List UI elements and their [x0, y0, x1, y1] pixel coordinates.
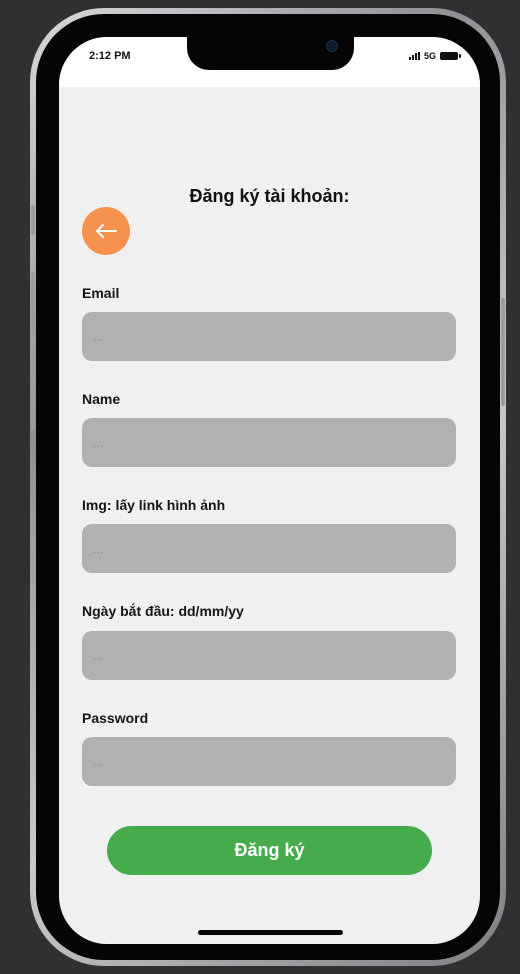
start-date-input[interactable] [82, 631, 456, 680]
phone-mockup: 2:12 PM 5G Đăng ký tài khoản: Email Name… [0, 0, 520, 974]
home-indicator[interactable] [198, 930, 343, 935]
email-input[interactable] [82, 312, 456, 361]
status-indicators: 5G [408, 51, 461, 61]
page-title: Đăng ký tài khoản: [189, 186, 350, 206]
status-time: 2:12 PM [89, 50, 131, 62]
img-link-input[interactable] [82, 524, 456, 573]
camera-icon [326, 40, 338, 52]
password-label: Password [82, 710, 149, 726]
battery-icon [440, 52, 461, 60]
back-button[interactable] [82, 207, 130, 255]
arrow-left-icon [96, 224, 117, 238]
email-label: Email [82, 285, 120, 301]
register-button[interactable]: Đăng ký [107, 826, 432, 875]
signal-icon [408, 52, 420, 60]
start-date-label: Ngày bắt đầu: dd/mm/yy [82, 603, 244, 619]
password-input[interactable] [82, 737, 456, 786]
volume-down-button [31, 365, 35, 431]
silent-switch [31, 205, 35, 235]
notch [187, 37, 354, 70]
name-input[interactable] [82, 418, 456, 467]
network-label: 5G [423, 51, 436, 61]
app-screen: 2:12 PM 5G Đăng ký tài khoản: Email Name… [59, 37, 480, 944]
power-button [501, 298, 505, 406]
img-link-label: Img: lấy link hình ảnh [82, 497, 226, 513]
volume-up-button [31, 272, 35, 338]
name-label: Name [82, 391, 121, 407]
